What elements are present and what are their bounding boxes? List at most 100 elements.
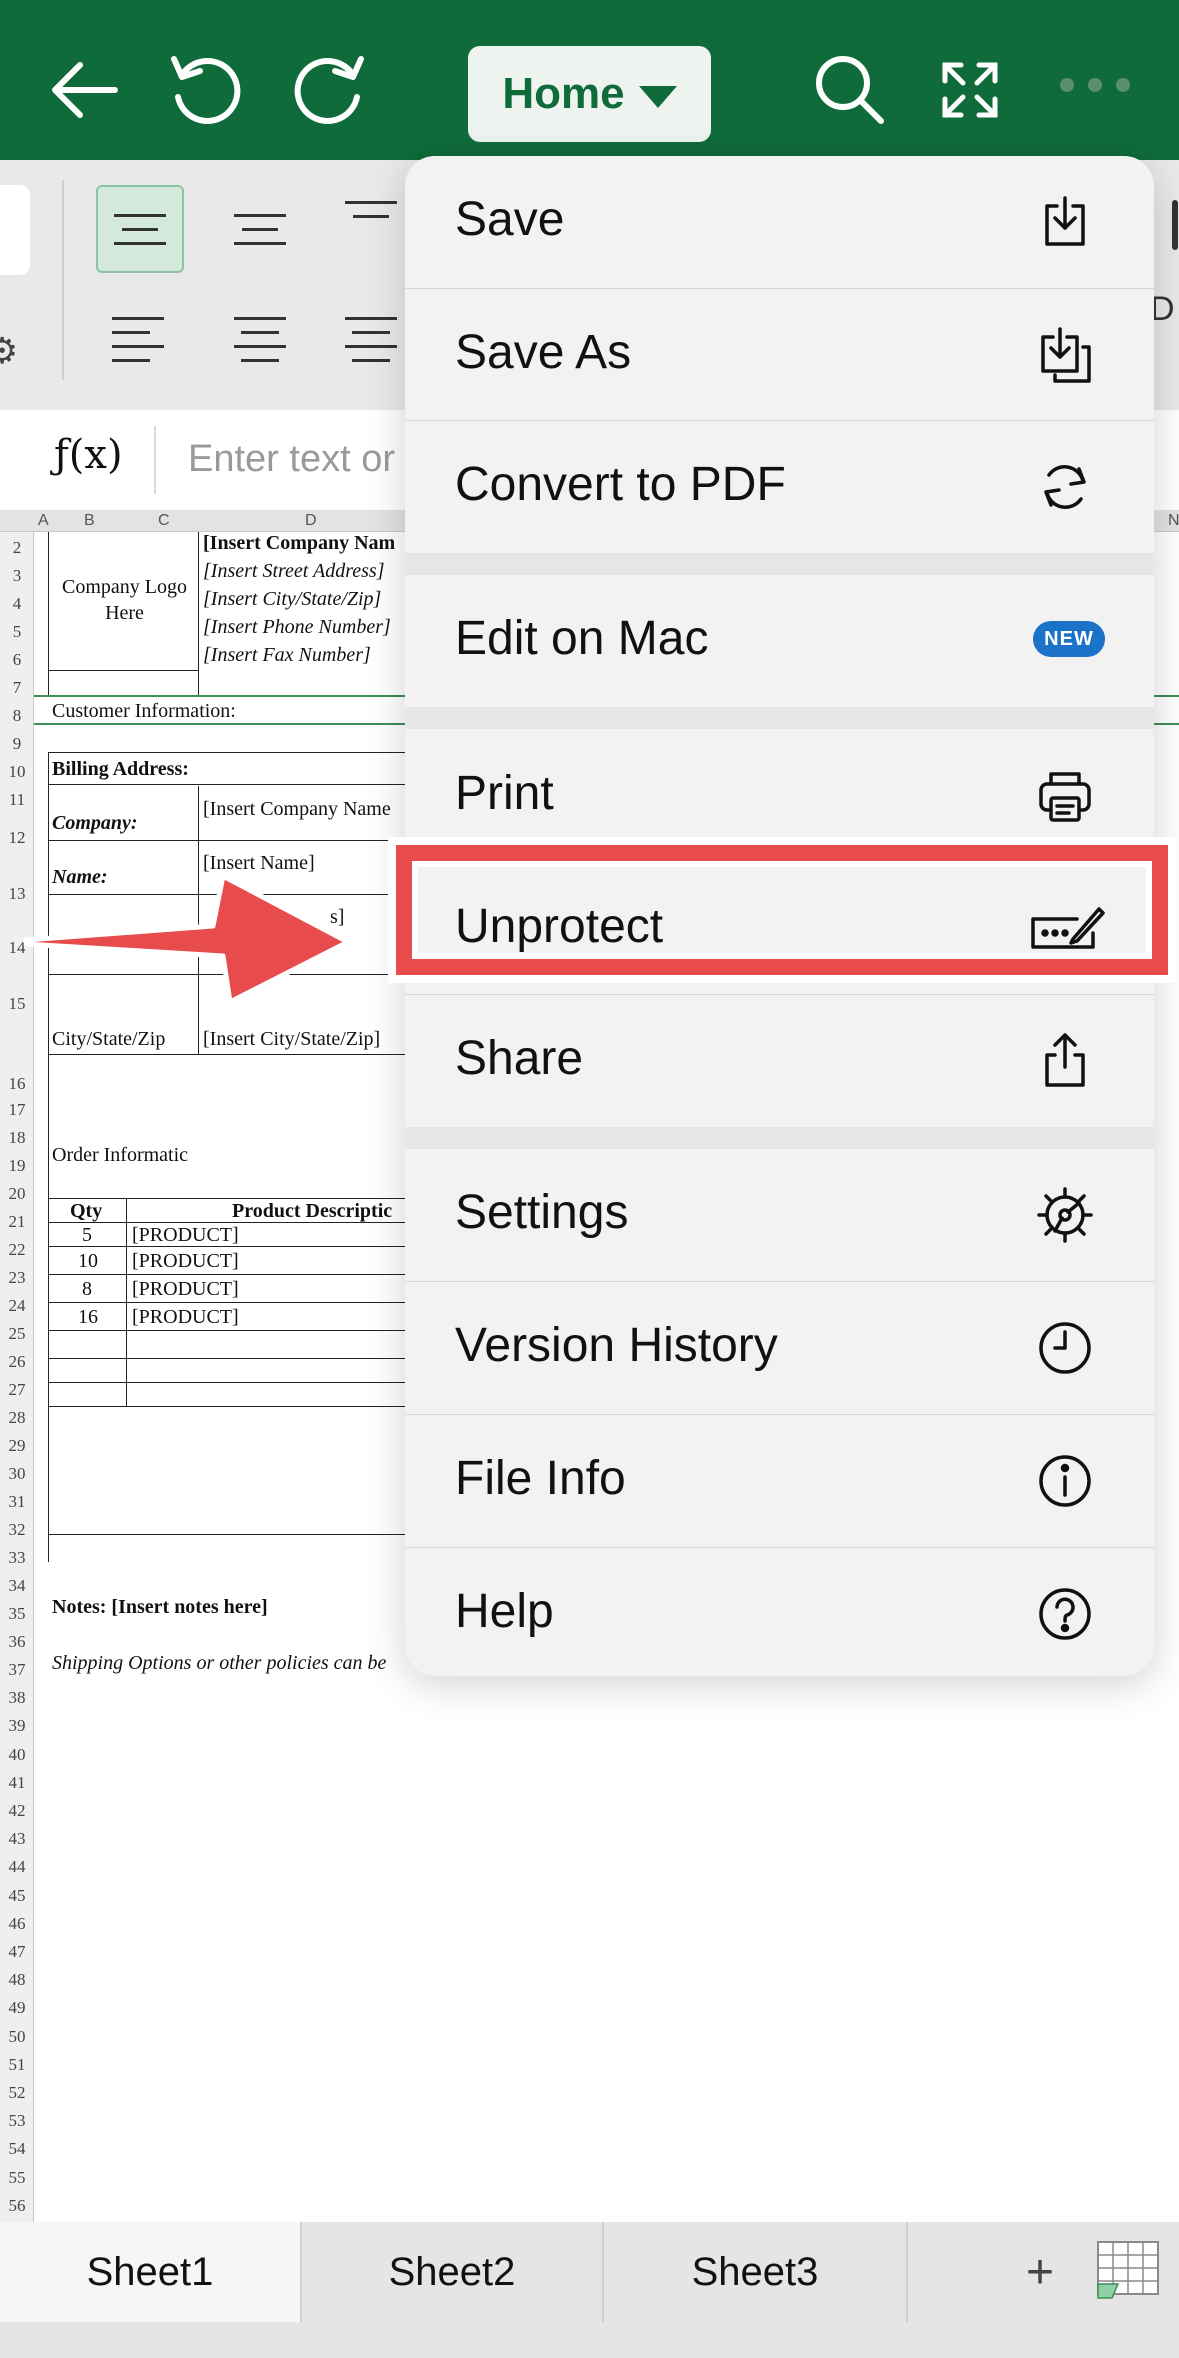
- row-header[interactable]: 19: [0, 1156, 34, 1176]
- row-header[interactable]: 26: [0, 1352, 34, 1372]
- row-header[interactable]: 30: [0, 1464, 34, 1484]
- redo-icon[interactable]: [285, 45, 375, 135]
- row-header[interactable]: 54: [0, 2139, 34, 2159]
- row-header[interactable]: 53: [0, 2111, 34, 2131]
- row-header[interactable]: 27: [0, 1380, 34, 1400]
- company-label-cell[interactable]: Company:: [52, 812, 138, 835]
- menu-item-convert-to-pdf[interactable]: Convert to PDF: [405, 421, 1154, 553]
- align-right-button[interactable]: [336, 295, 406, 383]
- row-header[interactable]: 18: [0, 1128, 34, 1148]
- menu-item-print[interactable]: Print: [405, 730, 1154, 862]
- row-header[interactable]: 45: [0, 1886, 34, 1906]
- qty-cell[interactable]: 5: [82, 1224, 92, 1247]
- row-header[interactable]: 48: [0, 1970, 34, 1990]
- row-header[interactable]: 5: [0, 622, 34, 642]
- row-header[interactable]: 44: [0, 1857, 34, 1877]
- row-header[interactable]: 7: [0, 678, 34, 698]
- menu-item-save-as[interactable]: Save As: [405, 289, 1154, 421]
- row-header[interactable]: 17: [0, 1100, 34, 1120]
- order-info-cell[interactable]: Order Informatic: [52, 1144, 188, 1167]
- city-label-cell[interactable]: City/State/Zip: [52, 1028, 165, 1051]
- more-icon[interactable]: [1060, 78, 1130, 92]
- row-header[interactable]: 56: [0, 2196, 34, 2216]
- row-header[interactable]: 21: [0, 1212, 34, 1232]
- row-header[interactable]: 22: [0, 1240, 34, 1260]
- row-header[interactable]: 29: [0, 1436, 34, 1456]
- menu-item-edit-on-mac[interactable]: Edit on Mac NEW: [405, 575, 1154, 707]
- row-header[interactable]: 34: [0, 1576, 34, 1596]
- row-header[interactable]: 28: [0, 1408, 34, 1428]
- grid-icon[interactable]: [1096, 2240, 1162, 2300]
- row-header[interactable]: 20: [0, 1184, 34, 1204]
- menu-item-version-history[interactable]: Version History: [405, 1282, 1154, 1414]
- row-header[interactable]: 15: [0, 994, 34, 1014]
- product-cell[interactable]: [PRODUCT]: [132, 1224, 239, 1247]
- product-cell[interactable]: [PRODUCT]: [132, 1250, 239, 1273]
- align-left-button[interactable]: [96, 295, 184, 383]
- row-header[interactable]: 38: [0, 1688, 34, 1708]
- menu-item-file-info[interactable]: File Info: [405, 1415, 1154, 1547]
- back-icon[interactable]: [40, 45, 130, 135]
- billing-address-cell[interactable]: Billing Address:: [52, 758, 189, 781]
- row-header[interactable]: 43: [0, 1829, 34, 1849]
- qty-cell[interactable]: 16: [78, 1306, 98, 1329]
- menu-item-help[interactable]: Help: [405, 1548, 1154, 1676]
- city-value-cell[interactable]: [Insert City/State/Zip]: [203, 1028, 380, 1051]
- product-cell[interactable]: [PRODUCT]: [132, 1278, 239, 1301]
- menu-item-settings[interactable]: Settings: [405, 1149, 1154, 1281]
- align-middle-center-button[interactable]: [216, 185, 304, 273]
- row-header[interactable]: 31: [0, 1492, 34, 1512]
- row-header[interactable]: 4: [0, 594, 34, 614]
- row-header[interactable]: 36: [0, 1632, 34, 1652]
- street-address-cell[interactable]: [Insert Street Address]: [203, 560, 384, 583]
- row-header[interactable]: 52: [0, 2083, 34, 2103]
- row-header[interactable]: 42: [0, 1801, 34, 1821]
- row-header[interactable]: 2: [0, 538, 34, 558]
- row-header[interactable]: 8: [0, 706, 34, 726]
- undo-icon[interactable]: [160, 45, 250, 135]
- product-header-cell[interactable]: Product Descriptic: [232, 1200, 392, 1223]
- customer-info-cell[interactable]: Customer Information:: [52, 700, 236, 723]
- row-header[interactable]: 50: [0, 2027, 34, 2047]
- row-header[interactable]: 35: [0, 1604, 34, 1624]
- row-header[interactable]: 9: [0, 734, 34, 754]
- company-logo-placeholder[interactable]: Company Logo Here: [52, 574, 197, 626]
- align-top-center-button[interactable]: [96, 185, 184, 273]
- company-value-cell[interactable]: [Insert Company Name: [203, 798, 391, 821]
- menu-item-save[interactable]: Save: [405, 156, 1154, 288]
- search-icon[interactable]: [805, 45, 895, 135]
- name-label-cell[interactable]: Name:: [52, 866, 108, 889]
- align-center-button[interactable]: [216, 295, 304, 383]
- gear-icon[interactable]: ⚙: [0, 330, 18, 372]
- menu-item-unprotect[interactable]: Unprotect: [405, 863, 1154, 995]
- column-header[interactable]: C: [158, 512, 170, 530]
- row-header[interactable]: 12: [0, 828, 34, 848]
- company-name-cell[interactable]: [Insert Company Nam: [203, 532, 395, 555]
- formula-input[interactable]: Enter text or: [188, 438, 395, 481]
- row-header[interactable]: 46: [0, 1914, 34, 1934]
- row-header[interactable]: 32: [0, 1520, 34, 1540]
- address-value-cell[interactable]: s]: [330, 906, 344, 929]
- home-tab-button[interactable]: Home: [468, 46, 711, 142]
- notes-cell[interactable]: Notes: [Insert notes here]: [52, 1596, 268, 1619]
- fullscreen-icon[interactable]: [925, 45, 1015, 135]
- city-state-zip-cell[interactable]: [Insert City/State/Zip]: [203, 588, 381, 611]
- row-header[interactable]: 10: [0, 762, 34, 782]
- row-header[interactable]: 6: [0, 650, 34, 670]
- row-header[interactable]: 49: [0, 1998, 34, 2018]
- qty-cell[interactable]: 10: [78, 1250, 98, 1273]
- row-header[interactable]: 23: [0, 1268, 34, 1288]
- column-header[interactable]: D: [305, 512, 317, 530]
- qty-header-cell[interactable]: Qty: [70, 1200, 102, 1223]
- row-header[interactable]: 37: [0, 1660, 34, 1680]
- name-value-cell[interactable]: [Insert Name]: [203, 852, 315, 875]
- row-header[interactable]: 41: [0, 1773, 34, 1793]
- row-header[interactable]: 47: [0, 1942, 34, 1962]
- row-header[interactable]: 13: [0, 884, 34, 904]
- phone-number-cell[interactable]: [Insert Phone Number]: [203, 616, 391, 639]
- product-cell[interactable]: [PRODUCT]: [132, 1306, 239, 1329]
- tab-sheet1[interactable]: Sheet1: [0, 2222, 302, 2322]
- row-header[interactable]: 11: [0, 790, 34, 810]
- tab-sheet3[interactable]: Sheet3: [604, 2222, 908, 2322]
- add-sheet-button[interactable]: +: [1000, 2222, 1080, 2322]
